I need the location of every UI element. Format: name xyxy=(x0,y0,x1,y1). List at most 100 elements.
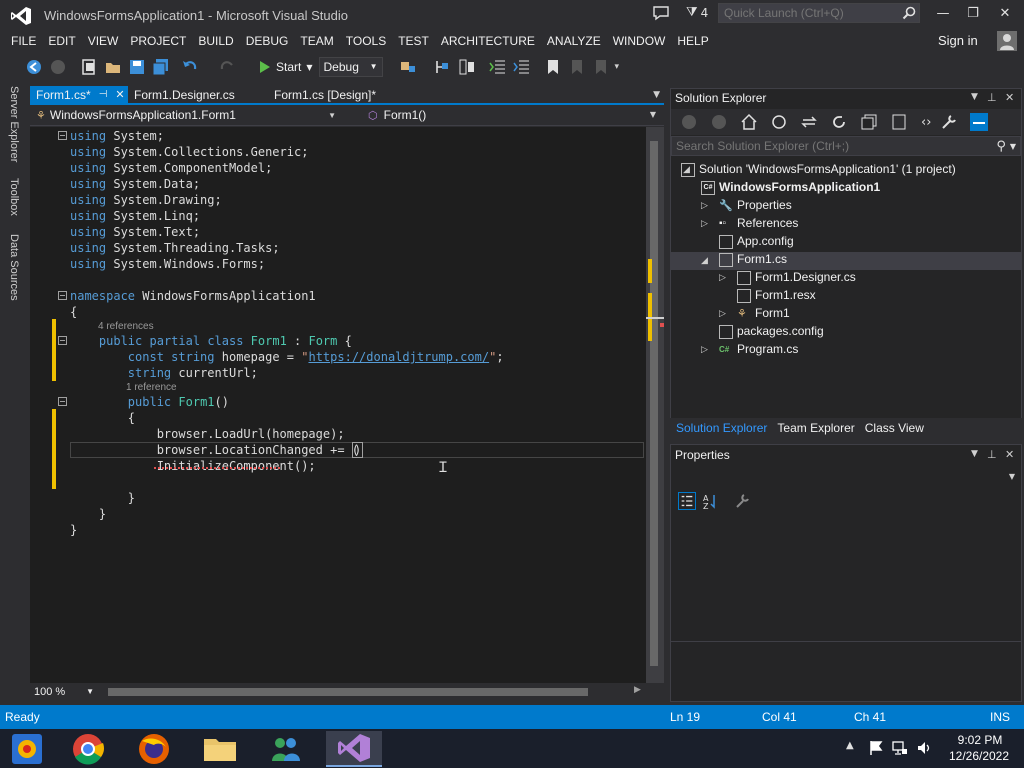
redo-icon[interactable] xyxy=(218,58,236,76)
chevron-down-icon[interactable]: ▼ xyxy=(1010,142,1016,151)
tree-item-form1-class[interactable]: ⚘ Form1 xyxy=(737,304,790,322)
pin-icon[interactable]: ⊥ xyxy=(987,448,997,461)
home-icon[interactable] xyxy=(740,113,758,131)
pending-changes-icon[interactable] xyxy=(770,113,788,131)
collapse-all-icon[interactable] xyxy=(860,113,878,131)
save-all-icon[interactable] xyxy=(152,58,170,76)
expand-arrow-icon[interactable]: ▷ xyxy=(719,273,727,283)
search-icon[interactable]: ⚲ xyxy=(996,139,1006,154)
solution-explorer-search[interactable]: ⚲ ▼ xyxy=(671,136,1021,156)
step-over-icon[interactable] xyxy=(458,58,476,76)
menu-analyze[interactable]: ANALYZE xyxy=(541,30,607,52)
tree-item-form1-cs[interactable]: Form1.cs xyxy=(719,250,787,268)
taskbar-media-app[interactable] xyxy=(0,731,56,767)
menu-window[interactable]: WINDOW xyxy=(607,30,672,52)
step-icon[interactable] xyxy=(434,58,452,76)
menu-edit[interactable]: EDIT xyxy=(42,30,81,52)
taskbar-visual-studio[interactable] xyxy=(326,731,382,767)
menu-team[interactable]: TEAM xyxy=(294,30,339,52)
chevron-down-icon[interactable]: ▼ xyxy=(971,449,978,459)
collapse-icon[interactable] xyxy=(58,336,67,345)
server-explorer-tab[interactable]: Server Explorer xyxy=(8,86,20,162)
expand-arrow-icon[interactable]: ▷ xyxy=(701,345,709,355)
pin-icon[interactable]: ⊣ xyxy=(99,86,108,104)
attach-icon[interactable] xyxy=(399,58,417,76)
toolbar-overflow-icon[interactable]: ▾ xyxy=(615,62,620,72)
code-editor[interactable]: using System; using System.Collections.G… xyxy=(30,127,646,683)
expand-arrow-icon[interactable]: ▷ xyxy=(701,219,709,229)
solution-configuration-select[interactable]: Debug ▼ xyxy=(318,57,383,77)
tree-item-solution[interactable]: Solution 'WindowsFormsApplication1' (1 p… xyxy=(681,160,956,178)
menu-tools[interactable]: TOOLS xyxy=(340,30,392,52)
toolbox-tab[interactable]: Toolbox xyxy=(8,178,20,216)
collapse-icon[interactable] xyxy=(58,397,67,406)
object-select[interactable]: ▼ xyxy=(671,467,1021,487)
status-insert-mode[interactable]: INS xyxy=(990,710,1010,724)
save-icon[interactable] xyxy=(128,58,146,76)
close-icon[interactable]: ✕ xyxy=(1005,91,1014,104)
tab-class-view[interactable]: Class View xyxy=(860,418,929,438)
tab-form1-designer-cs[interactable]: Form1.Designer.cs xyxy=(128,86,268,104)
tab-form1-cs[interactable]: Form1.cs* ⊣ ✕ xyxy=(30,86,128,104)
collapse-icon[interactable] xyxy=(58,291,67,300)
close-icon[interactable]: ✕ xyxy=(1005,448,1014,461)
notifications-icon[interactable] xyxy=(652,5,670,21)
data-sources-tab[interactable]: Data Sources xyxy=(8,234,20,301)
new-project-icon[interactable] xyxy=(80,58,98,76)
menu-test[interactable]: TEST xyxy=(392,30,435,52)
menu-project[interactable]: PROJECT xyxy=(124,30,192,52)
zoom-select[interactable]: 100 % ▼ xyxy=(34,684,94,700)
references-codelens[interactable]: 4 references xyxy=(98,321,154,332)
open-file-icon[interactable] xyxy=(104,58,122,76)
expand-arrow-icon[interactable]: ▷ xyxy=(719,309,727,319)
menu-file[interactable]: FILE xyxy=(5,30,42,52)
references-codelens[interactable]: 1 reference xyxy=(126,382,177,393)
forward-icon[interactable] xyxy=(710,113,728,131)
uncomment-lines-icon[interactable] xyxy=(512,58,531,76)
quick-launch-box[interactable] xyxy=(718,3,920,23)
horizontal-scrollbar-thumb[interactable] xyxy=(108,688,588,696)
solution-search-input[interactable] xyxy=(672,137,972,155)
show-all-files-icon[interactable] xyxy=(890,113,908,131)
pin-icon[interactable]: ⊥ xyxy=(987,91,997,104)
chevron-down-icon[interactable]: ▼ xyxy=(650,110,656,119)
collapse-icon[interactable] xyxy=(58,131,67,140)
collapse-arrow-icon[interactable]: ◢ xyxy=(701,256,709,266)
tab-list-dropdown-icon[interactable]: ▼ xyxy=(653,90,664,100)
chevron-down-icon[interactable]: ▼ xyxy=(971,92,978,102)
vertical-scrollbar[interactable] xyxy=(646,127,664,683)
tree-item-form1-resx[interactable]: Form1.resx xyxy=(737,286,816,304)
sync-icon[interactable] xyxy=(800,113,818,131)
tree-item-app-config[interactable]: App.config xyxy=(719,232,794,250)
url-link[interactable]: https://donaldjtrump.com/ xyxy=(308,350,489,364)
tree-item-program-cs[interactable]: C# Program.cs xyxy=(719,340,798,358)
alphabetical-icon[interactable]: AZ xyxy=(702,492,720,510)
account-icon[interactable] xyxy=(997,31,1017,51)
tab-solution-explorer[interactable]: Solution Explorer xyxy=(671,418,772,438)
next-bookmark-icon[interactable] xyxy=(592,58,610,76)
properties-wrench-icon[interactable] xyxy=(940,113,958,131)
notification-filter[interactable]: ⧩ 4 xyxy=(686,5,708,20)
bookmark-icon[interactable] xyxy=(544,58,562,76)
tree-item-project[interactable]: C# WindowsFormsApplication1 xyxy=(701,178,880,196)
tree-item-packages-config[interactable]: packages.config xyxy=(719,322,824,340)
action-center-flag-icon[interactable] xyxy=(868,740,884,756)
scrollbar-thumb[interactable] xyxy=(650,141,658,666)
clock-date[interactable]: 12/26/2022 xyxy=(946,749,1012,763)
quick-launch-input[interactable] xyxy=(719,4,899,22)
navigate-back-icon[interactable] xyxy=(25,58,43,76)
menu-help[interactable]: HELP xyxy=(671,30,714,52)
network-icon[interactable] xyxy=(892,740,908,756)
tree-item-properties[interactable]: 🔧 Properties xyxy=(719,196,792,214)
tab-team-explorer[interactable]: Team Explorer xyxy=(772,418,859,438)
preview-selected-icon[interactable] xyxy=(970,113,989,131)
taskbar-messenger[interactable] xyxy=(258,731,314,767)
close-button[interactable]: ✕ xyxy=(990,3,1020,25)
back-icon[interactable] xyxy=(680,113,698,131)
class-dropdown[interactable]: ⚘ WindowsFormsApplication1.Form1 ▼ xyxy=(36,108,336,122)
minimize-button[interactable]: — xyxy=(928,3,958,25)
navigate-forward-icon[interactable] xyxy=(49,58,67,76)
scroll-right-icon[interactable]: ▶ xyxy=(634,685,641,695)
menu-architecture[interactable]: ARCHITECTURE xyxy=(435,30,541,52)
taskbar-firefox[interactable] xyxy=(126,731,182,767)
